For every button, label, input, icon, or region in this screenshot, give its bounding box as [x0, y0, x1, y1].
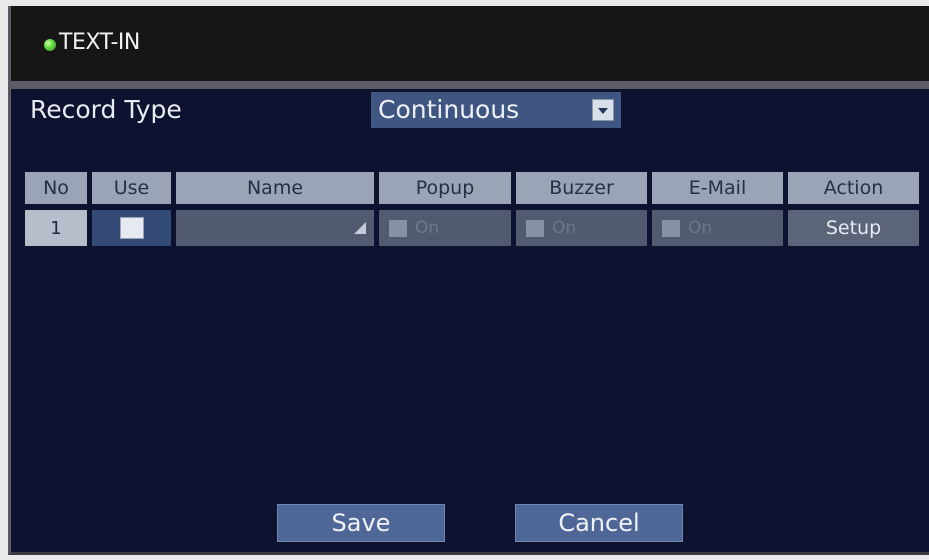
save-button[interactable]: Save: [277, 504, 445, 542]
col-header-name: Name: [176, 172, 374, 204]
popup-label: On: [415, 218, 440, 238]
buzzer-checkbox[interactable]: [526, 219, 544, 237]
col-header-action: Action: [788, 172, 919, 204]
record-type-value: Continuous: [378, 95, 520, 124]
text-in-window: TEXT-IN: [8, 6, 929, 555]
buzzer-label: On: [552, 218, 577, 238]
cell-use: [92, 210, 171, 246]
cell-name[interactable]: [176, 210, 374, 246]
cell-buzzer: On: [516, 210, 647, 246]
status-led-icon: [44, 39, 56, 51]
col-header-no: No: [25, 172, 87, 204]
record-type-label: Record Type: [30, 95, 182, 124]
cell-no: 1: [25, 210, 87, 246]
dropdown-arrow-icon[interactable]: [592, 99, 614, 121]
resize-icon: [354, 222, 366, 234]
record-type-select[interactable]: Continuous: [371, 92, 621, 128]
popup-checkbox[interactable]: [389, 219, 407, 237]
setup-button[interactable]: Setup: [788, 210, 919, 246]
col-header-email: E-Mail: [652, 172, 783, 204]
col-header-use: Use: [92, 172, 171, 204]
title-bar: TEXT-IN: [11, 6, 929, 89]
cell-popup: On: [379, 210, 511, 246]
cancel-button[interactable]: Cancel: [515, 504, 683, 542]
col-header-buzzer: Buzzer: [516, 172, 647, 204]
email-label: On: [688, 218, 713, 238]
cell-email: On: [652, 210, 783, 246]
col-header-popup: Popup: [379, 172, 511, 204]
window-title: TEXT-IN: [59, 30, 140, 55]
email-checkbox[interactable]: [662, 219, 680, 237]
use-checkbox[interactable]: [119, 217, 144, 239]
